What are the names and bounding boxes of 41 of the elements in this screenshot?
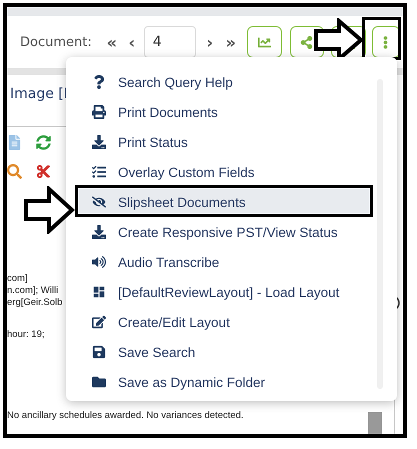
document-icon[interactable] — [7, 135, 22, 150]
next-page-button[interactable]: › — [200, 32, 220, 52]
menu-item[interactable]: Overlay Custom Fields — [78, 157, 373, 187]
chart-button[interactable] — [246, 26, 282, 58]
save-icon — [92, 345, 106, 359]
menu-item[interactable]: Audio Transcribe — [78, 247, 373, 277]
more-options-button[interactable] — [372, 26, 400, 58]
menu-item[interactable]: Print Documents — [78, 97, 373, 127]
menu-item[interactable]: Print Status — [78, 127, 373, 157]
eye-slash-icon — [92, 195, 106, 209]
first-page-button[interactable]: « — [100, 32, 124, 52]
download-icon — [92, 225, 106, 239]
edit-icon — [92, 315, 106, 329]
menu-item[interactable]: [DefaultReviewLayout] - Load Layout — [78, 277, 373, 307]
layout-icon — [92, 285, 106, 299]
page-number-field[interactable]: 4 — [144, 26, 196, 58]
document-text: n.com]; Willi — [7, 285, 58, 296]
document-text: hour: 19; — [7, 329, 44, 340]
document-text: erg[Geir.Solb — [7, 297, 62, 308]
menu-item[interactable]: Save Search — [78, 337, 373, 367]
download-icon — [92, 135, 106, 149]
menu-item[interactable]: Save as Dynamic Folder — [78, 367, 373, 397]
checklist-icon — [92, 165, 106, 179]
speaker-icon — [92, 255, 106, 269]
scissors-icon[interactable] — [36, 164, 51, 179]
chart-icon — [258, 36, 271, 48]
magnifier-icon[interactable] — [7, 164, 22, 179]
previous-page-button[interactable]: ‹ — [124, 32, 140, 52]
refresh-icon[interactable] — [36, 135, 51, 150]
last-page-button[interactable]: » — [220, 32, 242, 52]
folder-icon — [92, 375, 106, 389]
document-text: com] — [7, 273, 28, 284]
menu-item[interactable]: Search Query Help — [78, 67, 373, 97]
menu-item[interactable]: Create/Edit Layout — [78, 307, 373, 337]
document-label: Document: — [20, 34, 92, 50]
scrollbar[interactable] — [368, 412, 382, 434]
document-text: No ancillary schedules awarded. No variances detected. — [7, 410, 244, 421]
menu-item[interactable]: Create Responsive PST/View Status — [78, 217, 373, 247]
printer-icon — [92, 105, 106, 119]
question-icon — [92, 75, 106, 89]
share-icon — [300, 36, 314, 48]
